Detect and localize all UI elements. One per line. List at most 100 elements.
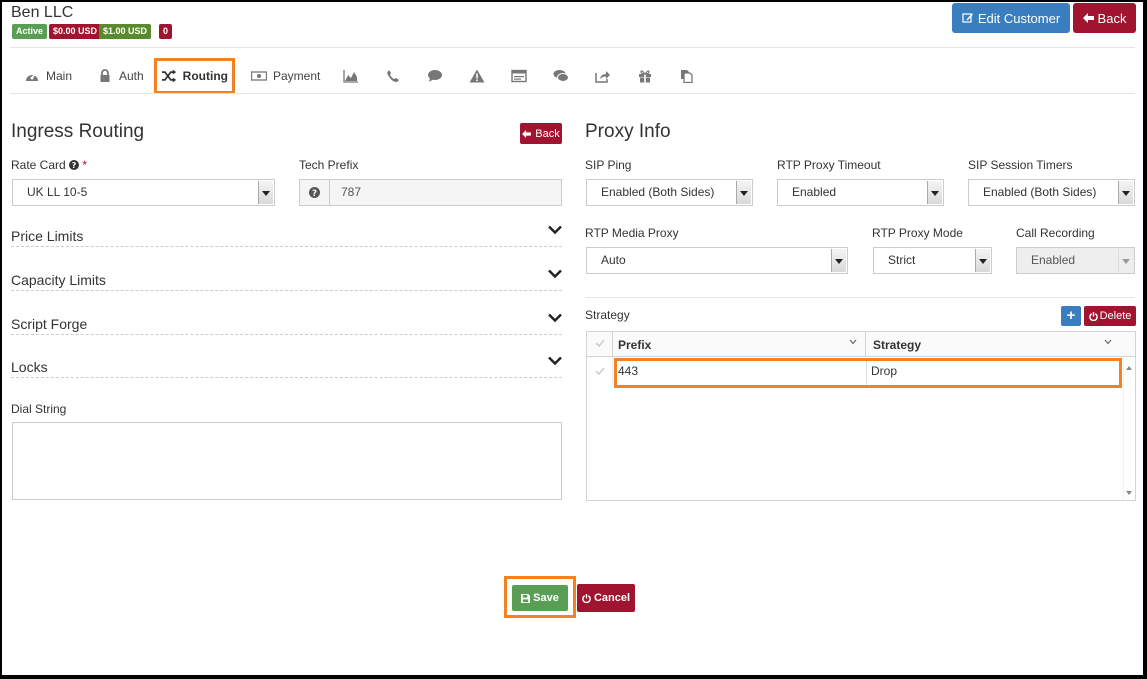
rtp-media-proxy-label: RTP Media Proxy [585,226,679,240]
call-recording-select: Enabled [1016,247,1135,274]
select-all-checkbox[interactable] [587,332,613,356]
chevron-down-icon [736,181,751,204]
copy-document-icon [681,70,693,83]
sip-session-timers-label: SIP Session Timers [968,158,1073,172]
tab-comments[interactable] [548,58,574,94]
section-label: Price Limits [11,228,84,244]
share-icon [595,71,610,83]
scrollbar[interactable] [1123,357,1135,500]
table-row[interactable]: 443 Drop [587,357,1122,388]
required-marker: * [82,158,88,172]
chevron-down-icon [548,356,562,366]
divider [10,47,1135,48]
column-header-label: Strategy [873,338,922,352]
scroll-down-icon [1126,491,1132,495]
sip-ping-label: SIP Ping [585,158,632,172]
count-badge: 0 [159,24,173,39]
tab-auth-label: Auth [119,69,144,83]
ingress-back-button[interactable]: Back [520,123,562,144]
tab-chat[interactable] [422,58,448,94]
scroll-up-icon [1126,366,1132,370]
strategy-grid: Prefix Strategy 443 Drop [586,331,1136,501]
dashboard-icon [26,73,38,81]
column-header-prefix[interactable]: Prefix [614,332,866,356]
delete-strategy-button[interactable]: Delete [1084,306,1136,326]
rtp-media-proxy-value: Auto [601,253,626,267]
lock-icon [100,69,110,82]
rtp-proxy-mode-label: RTP Proxy Mode [872,226,963,240]
sip-session-timers-select[interactable]: Enabled (Both Sides) [968,179,1135,206]
rate-card-select[interactable]: UK LL 10-5 [12,179,275,206]
svg-text:?: ? [72,161,77,170]
sip-session-timers-value: Enabled (Both Sides) [983,185,1097,199]
help-icon: ? [69,160,80,170]
divider [10,93,1135,94]
section-label: Script Forge [11,316,88,332]
rtp-proxy-mode-value: Strict [888,253,916,267]
tech-prefix-input[interactable]: ? 787 [299,179,562,206]
column-header-label: Prefix [618,338,652,352]
tab-routing-label: Routing [182,69,228,83]
credit-badge: $1.00 USD [99,24,152,39]
save-highlight: Save [504,576,576,618]
rtp-proxy-timeout-value: Enabled [792,185,837,199]
rtp-media-proxy-select[interactable]: Auto [586,247,848,274]
rtp-proxy-mode-select[interactable]: Strict [873,247,992,274]
rate-card-label: Rate Card ? * [11,158,87,172]
check-icon [595,339,605,348]
arrow-left-icon [522,129,532,138]
chevron-down-icon [258,181,273,204]
strategy-label: Strategy [585,308,630,322]
power-icon [1088,311,1098,321]
chevron-down-icon [548,225,562,235]
rate-card-label-text: Rate Card [11,158,66,172]
check-icon [595,367,605,376]
section-label: Capacity Limits [11,272,106,288]
tab-routing[interactable]: Routing [154,58,235,94]
cancel-label: Cancel [593,592,631,604]
tab-phone[interactable] [380,58,406,94]
back-button[interactable]: Back [1073,3,1136,33]
tab-main[interactable]: Main [20,58,76,94]
rtp-proxy-timeout-select[interactable]: Enabled [777,179,944,206]
chat-bubble-icon [428,70,442,82]
help-icon: ? [309,187,320,198]
tab-share[interactable] [590,58,616,94]
arrow-left-icon [1082,13,1094,23]
grid-header: Prefix Strategy [587,332,1135,357]
column-header-strategy[interactable]: Strategy [867,332,1120,356]
dial-string-label: Dial String [11,402,67,416]
tab-window[interactable] [506,58,532,94]
edit-customer-button[interactable]: Edit Customer [952,3,1070,33]
dial-string-textarea[interactable] [12,422,562,500]
tab-warning[interactable] [464,58,490,94]
tech-prefix-label: Tech Prefix [299,158,359,172]
tab-gift[interactable] [632,58,658,94]
row-checkbox[interactable] [587,357,613,386]
svg-text:?: ? [312,189,317,198]
add-strategy-button[interactable]: + [1061,306,1081,326]
sip-ping-select[interactable]: Enabled (Both Sides) [586,179,753,206]
browser-window-icon [511,69,527,83]
edit-icon [962,13,973,23]
tab-chart[interactable] [338,58,364,94]
chevron-down-icon [831,249,846,272]
phone-icon [387,70,399,82]
gift-icon [639,70,651,83]
cancel-button[interactable]: Cancel [577,584,635,612]
tech-prefix-value: 787 [341,185,362,199]
tab-auth[interactable]: Auth [93,58,148,94]
ingress-routing-title: Ingress Routing [11,121,145,142]
tab-payment-label: Payment [273,69,321,83]
rate-card-value: UK LL 10-5 [27,185,88,199]
tab-copy[interactable] [673,58,699,94]
floppy-disk-icon [521,593,531,603]
price-limits-section[interactable]: Price Limits [11,221,562,247]
tab-payment[interactable]: Payment [247,58,324,94]
script-forge-section[interactable]: Script Forge [11,309,562,335]
ingress-back-label: Back [535,127,560,140]
capacity-limits-section[interactable]: Capacity Limits [11,265,562,291]
save-button[interactable]: Save [512,585,568,611]
status-badge: Active [12,24,48,39]
locks-section[interactable]: Locks [11,352,562,378]
